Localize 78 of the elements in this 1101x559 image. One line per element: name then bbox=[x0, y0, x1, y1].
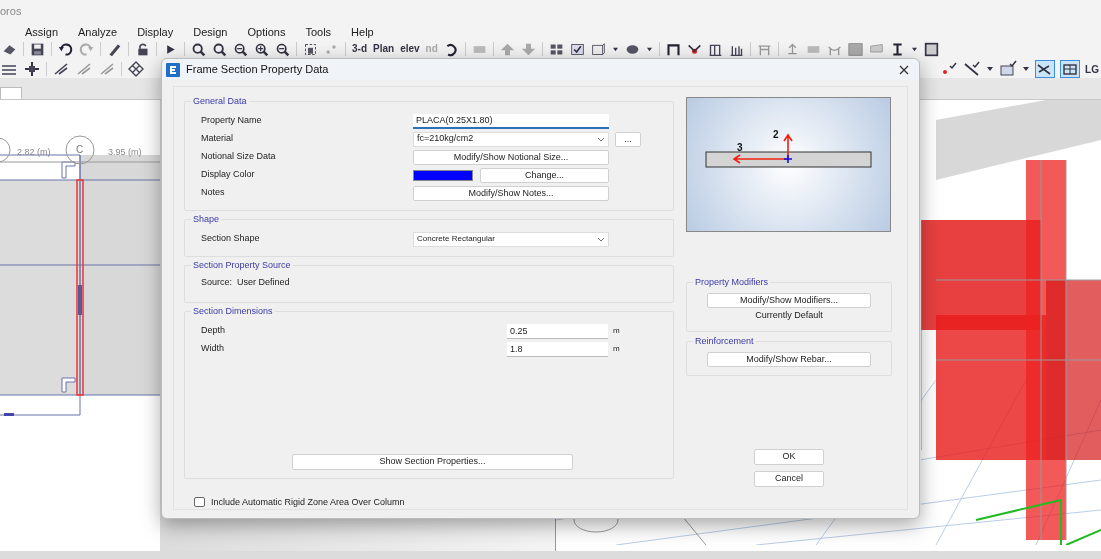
input-field[interactable]: PLACA(0.25X1.80) bbox=[413, 113, 609, 129]
area-check-icon[interactable] bbox=[999, 60, 1018, 78]
panel-icon[interactable] bbox=[847, 42, 863, 57]
menu-item[interactable]: Analyze bbox=[77, 23, 119, 41]
toggle-icon[interactable] bbox=[1060, 60, 1081, 78]
zoom-out-icon[interactable] bbox=[275, 42, 290, 57]
dialog-title: Frame Section Property Data bbox=[186, 62, 330, 78]
grid-icon[interactable] bbox=[548, 42, 564, 57]
axis-label: 2 bbox=[773, 128, 779, 142]
unit-label: m bbox=[613, 343, 620, 355]
field-label: Depth bbox=[201, 324, 227, 338]
dimension-label: 3.95 (m) bbox=[108, 147, 142, 158]
move-icon[interactable] bbox=[23, 60, 41, 78]
button[interactable]: Change... bbox=[480, 167, 609, 183]
button[interactable]: Modify/Show Modifiers... bbox=[707, 293, 871, 308]
close-icon[interactable] bbox=[899, 64, 909, 75]
toggle-icon[interactable] bbox=[1035, 60, 1056, 78]
input-field[interactable]: 1.8 bbox=[507, 341, 608, 357]
chevron-icon bbox=[597, 236, 605, 242]
status-text: Currently Default bbox=[755, 309, 823, 322]
field-label: Property Name bbox=[201, 114, 263, 128]
button[interactable]: Modify/Show Notes... bbox=[413, 185, 609, 201]
checkbox-icon[interactable] bbox=[569, 42, 585, 57]
group-label: Shape bbox=[191, 213, 222, 227]
field-label: Section Shape bbox=[201, 232, 261, 246]
checkbox-label: Include Automatic Rigid Zone Area Over Column bbox=[211, 495, 405, 509]
shape-icon[interactable] bbox=[624, 42, 640, 57]
toolbar-button[interactable]: 3-d bbox=[352, 42, 367, 55]
checkbox[interactable] bbox=[194, 497, 205, 508]
field-label: Material bbox=[201, 132, 234, 146]
field-label: Notes bbox=[201, 186, 226, 200]
unit-label: m bbox=[613, 325, 620, 337]
menu-item[interactable]: Assign bbox=[24, 23, 60, 41]
color-swatch[interactable] bbox=[413, 169, 473, 181]
group-label: Section Property Source bbox=[191, 259, 293, 273]
field-label: Notional Size Data bbox=[201, 150, 277, 164]
field-label: Width bbox=[201, 342, 225, 356]
diamond-icon[interactable] bbox=[127, 60, 145, 78]
zoom-in-icon[interactable] bbox=[254, 42, 269, 57]
menu-item[interactable]: Display bbox=[136, 23, 175, 41]
chevron-icon bbox=[597, 136, 605, 142]
button[interactable]: Cancel bbox=[754, 470, 824, 487]
hand-icon[interactable] bbox=[303, 42, 318, 57]
dropdown-field[interactable]: Concrete Rectangular bbox=[413, 231, 609, 247]
menu-item[interactable]: Help bbox=[350, 23, 375, 41]
toolbar-button[interactable]: LG bbox=[1085, 61, 1099, 77]
square-icon[interactable] bbox=[923, 42, 939, 57]
box-icon[interactable] bbox=[590, 42, 606, 57]
frame-icon[interactable] bbox=[665, 42, 681, 57]
group-label: Property Modifiers bbox=[693, 276, 771, 290]
wall-icon[interactable] bbox=[707, 42, 723, 57]
button[interactable]: OK bbox=[754, 448, 824, 465]
toolbar-button[interactable]: Plan bbox=[373, 42, 395, 55]
window-title: oros bbox=[0, 3, 22, 19]
button[interactable]: Show Section Properties... bbox=[292, 454, 573, 470]
toolbar-button[interactable]: elev bbox=[400, 42, 420, 55]
button[interactable]: Modify/Show Rebar... bbox=[707, 351, 871, 367]
input-field[interactable]: 0.25 bbox=[507, 323, 608, 339]
zoom-icon[interactable] bbox=[212, 42, 227, 57]
diagonal-icon[interactable] bbox=[52, 60, 70, 78]
line-check-icon[interactable] bbox=[963, 60, 982, 78]
lock-icon[interactable] bbox=[135, 42, 150, 57]
undo-icon[interactable] bbox=[58, 42, 73, 57]
menu-item[interactable]: Options bbox=[246, 23, 287, 41]
source-text: Source: User Defined bbox=[200, 276, 291, 289]
app-logo-icon bbox=[166, 62, 180, 77]
field-label: Display Color bbox=[201, 168, 256, 182]
grid-label: C bbox=[76, 143, 84, 157]
button[interactable]: ... bbox=[615, 131, 641, 147]
joint-icon[interactable] bbox=[686, 42, 702, 57]
axis-label: 3 bbox=[737, 142, 743, 153]
menu-item[interactable]: Design bbox=[192, 23, 229, 41]
button[interactable]: Modify/Show Notional Size... bbox=[413, 149, 609, 165]
dropdown-field[interactable]: fc=210kg/cm2 bbox=[413, 131, 609, 147]
save-icon[interactable] bbox=[30, 42, 45, 57]
zoom-out-icon[interactable] bbox=[233, 42, 248, 57]
zoom-icon[interactable] bbox=[191, 42, 206, 57]
menu-item[interactable]: Tools bbox=[304, 23, 333, 41]
